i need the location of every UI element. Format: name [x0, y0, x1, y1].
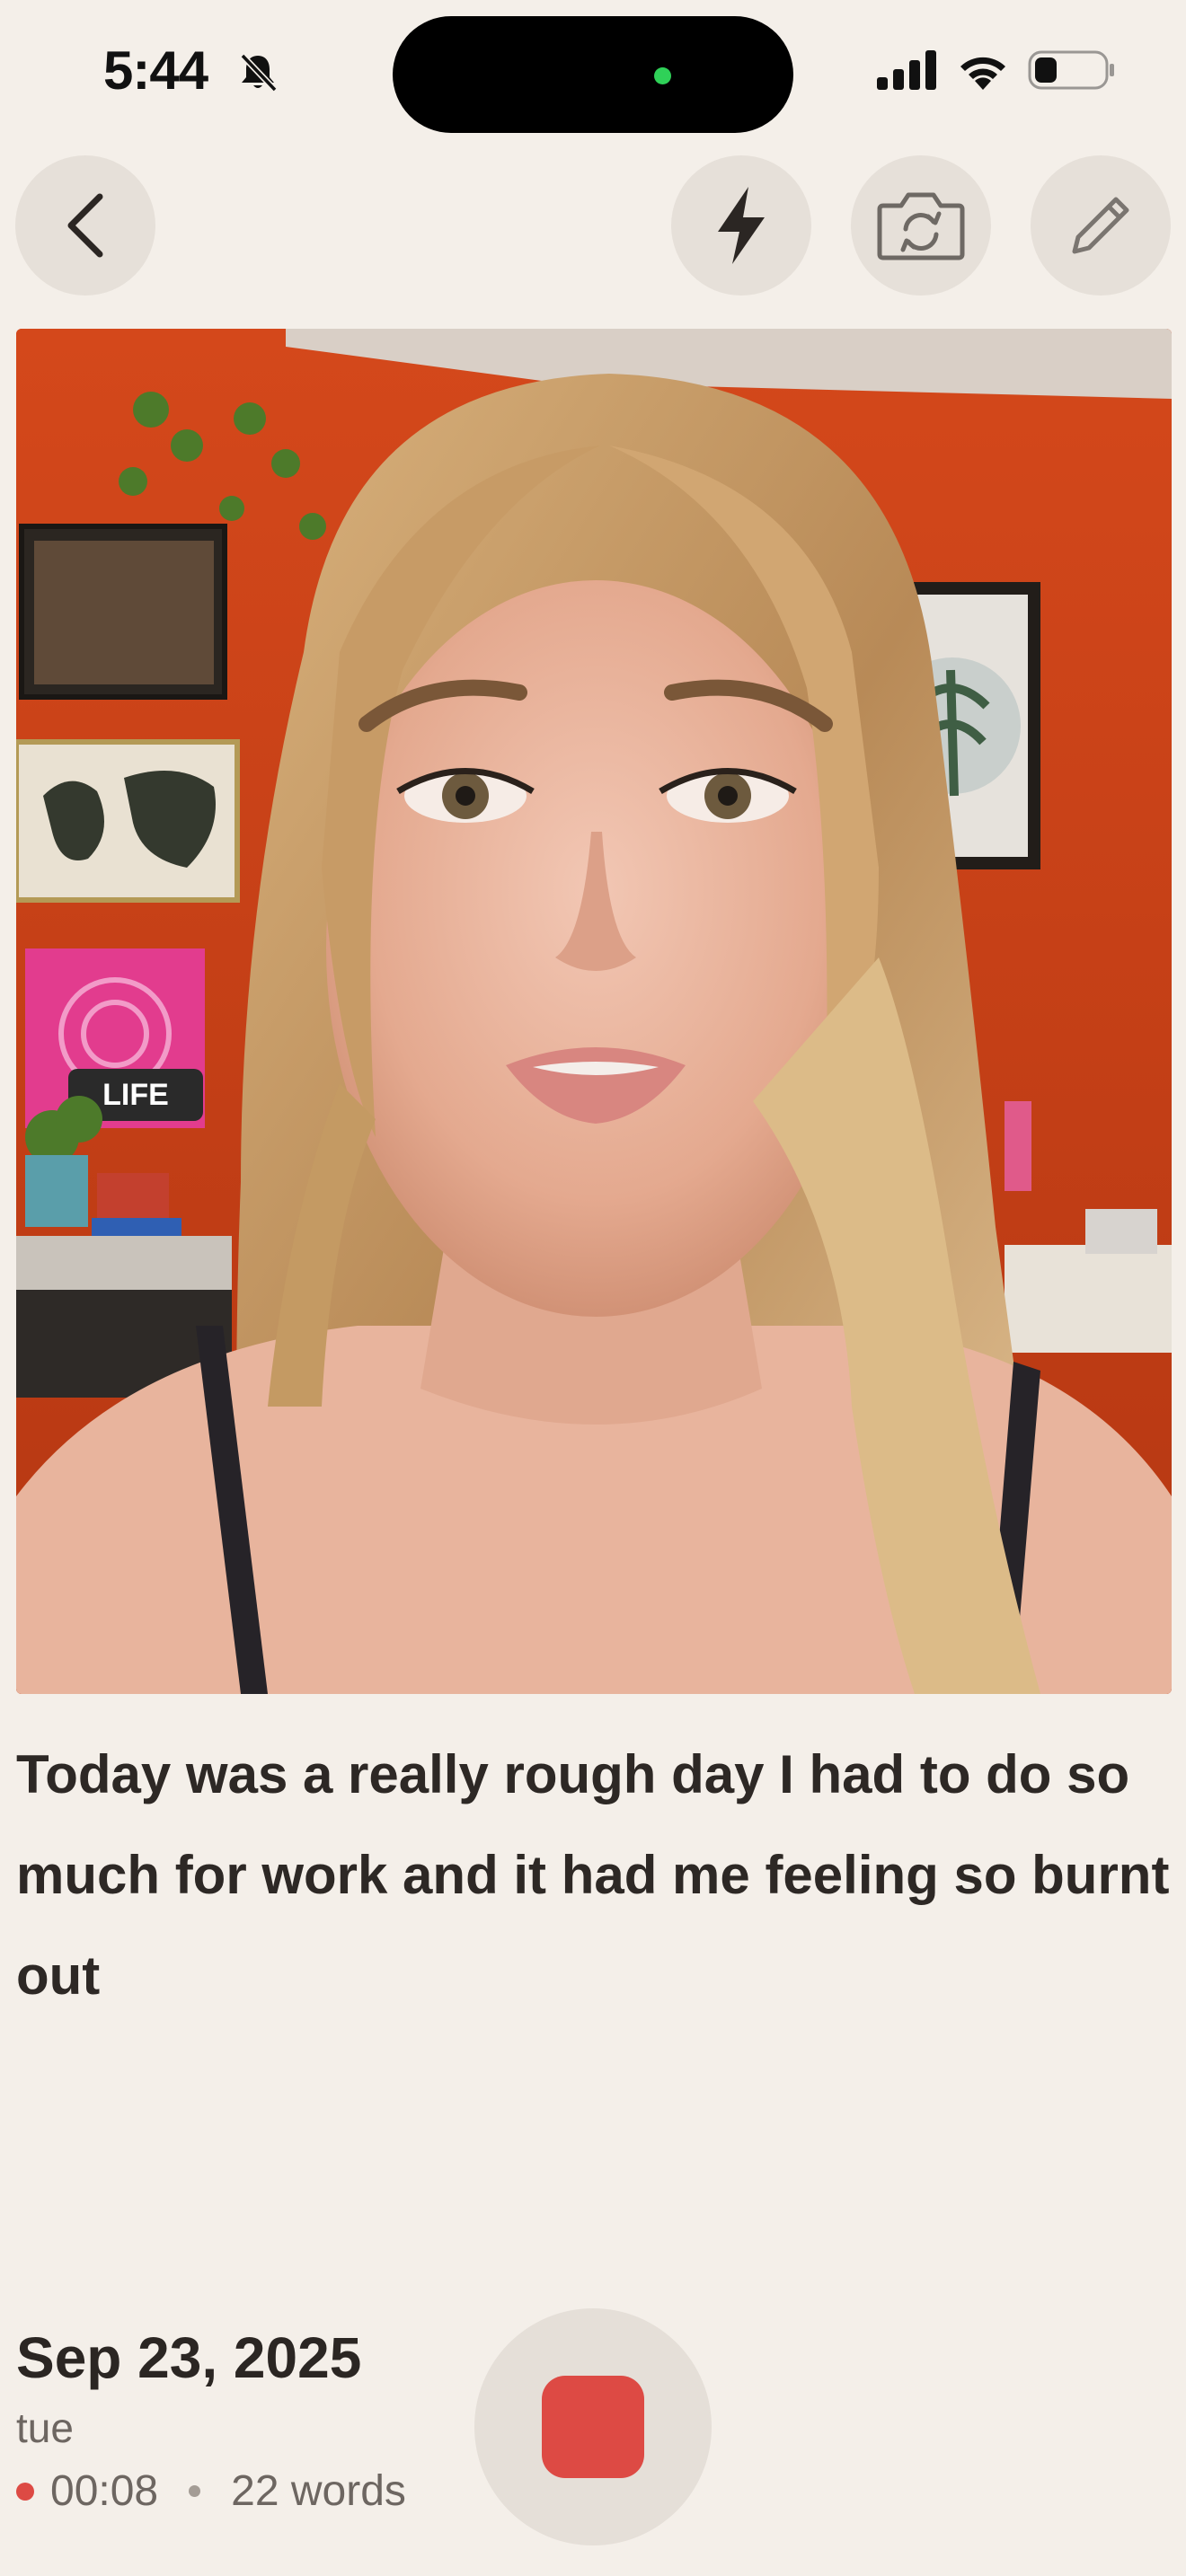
recording-screen: 5:44 LIFE Today was a really rough day I… [0, 0, 1186, 2576]
bell-slash-icon [240, 53, 278, 93]
recording-duration: 00:08 [50, 2467, 159, 2515]
stop-recording-button[interactable] [474, 2308, 712, 2545]
status-icons [877, 50, 1116, 90]
entry-weekday: tue [16, 2404, 74, 2451]
video-preview[interactable]: LIFE [16, 329, 1172, 1694]
recording-dot-icon [16, 2482, 34, 2501]
flash-bolt-icon [718, 187, 765, 264]
back-chevron-icon [67, 193, 103, 258]
recording-meta: 00:08 22 words [16, 2466, 406, 2516]
back-button[interactable] [15, 155, 155, 296]
flip-camera-button[interactable] [851, 155, 991, 296]
entry-date: Sep 23, 2025 [16, 2325, 362, 2390]
separator-dot [189, 2485, 201, 2497]
flash-button[interactable] [671, 155, 811, 296]
battery-icon [1028, 50, 1114, 90]
edit-button[interactable] [1031, 155, 1171, 296]
transcript-text: Today was a really rough day I had to do… [16, 1744, 1170, 2006]
pencil-edit-icon [1072, 197, 1129, 254]
cellular-signal-icon [877, 50, 936, 90]
camera-indicator-dot [654, 67, 671, 84]
dynamic-island [393, 16, 793, 133]
wifi-icon [960, 57, 1005, 90]
life-sign-text: LIFE [102, 1078, 169, 1112]
status-time: 5:44 [103, 40, 208, 101]
word-count: 22 words [231, 2467, 406, 2515]
video-frame-illustration: LIFE [16, 329, 1172, 1694]
stop-icon [542, 2376, 644, 2478]
camera-flip-icon [877, 192, 965, 260]
